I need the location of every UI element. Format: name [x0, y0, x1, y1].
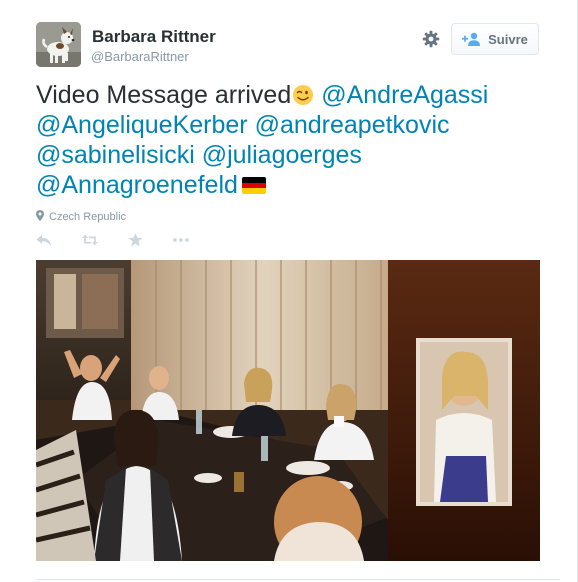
mention-link[interactable]: @AngeliqueKerber	[36, 111, 248, 139]
user-name[interactable]: Barbara Rittner	[92, 27, 216, 47]
tweet-actions	[36, 232, 189, 248]
mention-link[interactable]: @juliagoerges	[202, 141, 362, 169]
mention-link[interactable]: @sabinelisicki	[36, 141, 195, 169]
tweet-location[interactable]: Czech Republic	[36, 210, 126, 224]
mention-link[interactable]: @andreapetkovic	[255, 111, 450, 139]
germany-flag	[241, 177, 266, 194]
card-bottom-divider	[36, 579, 560, 580]
tweet-photo[interactable]	[36, 260, 540, 561]
gear-icon[interactable]	[422, 30, 440, 48]
retweet-icon[interactable]	[82, 232, 98, 248]
winking-face-emoji	[292, 83, 314, 105]
follow-button[interactable]: Suivre	[451, 23, 539, 55]
add-user-icon	[462, 32, 481, 46]
avatar[interactable]	[36, 22, 81, 67]
more-dots-icon[interactable]	[173, 232, 189, 248]
location-label: Czech Republic	[49, 211, 127, 223]
tweet-text-start: Video Message arrived	[36, 81, 292, 109]
reply-icon[interactable]	[36, 232, 52, 248]
dog-avatar-icon	[36, 22, 81, 67]
follow-label: Suivre	[488, 31, 528, 47]
mention-link[interactable]: @Annagroenefeld	[36, 171, 238, 199]
user-handle[interactable]: @BarbaraRittner	[91, 49, 189, 64]
star-icon[interactable]	[127, 232, 143, 248]
tweet-text: Video Message arrived @AndreAgassi @Ange…	[36, 80, 556, 200]
mention-link[interactable]: @AndreAgassi	[321, 81, 488, 109]
location-pin-icon	[36, 210, 44, 224]
